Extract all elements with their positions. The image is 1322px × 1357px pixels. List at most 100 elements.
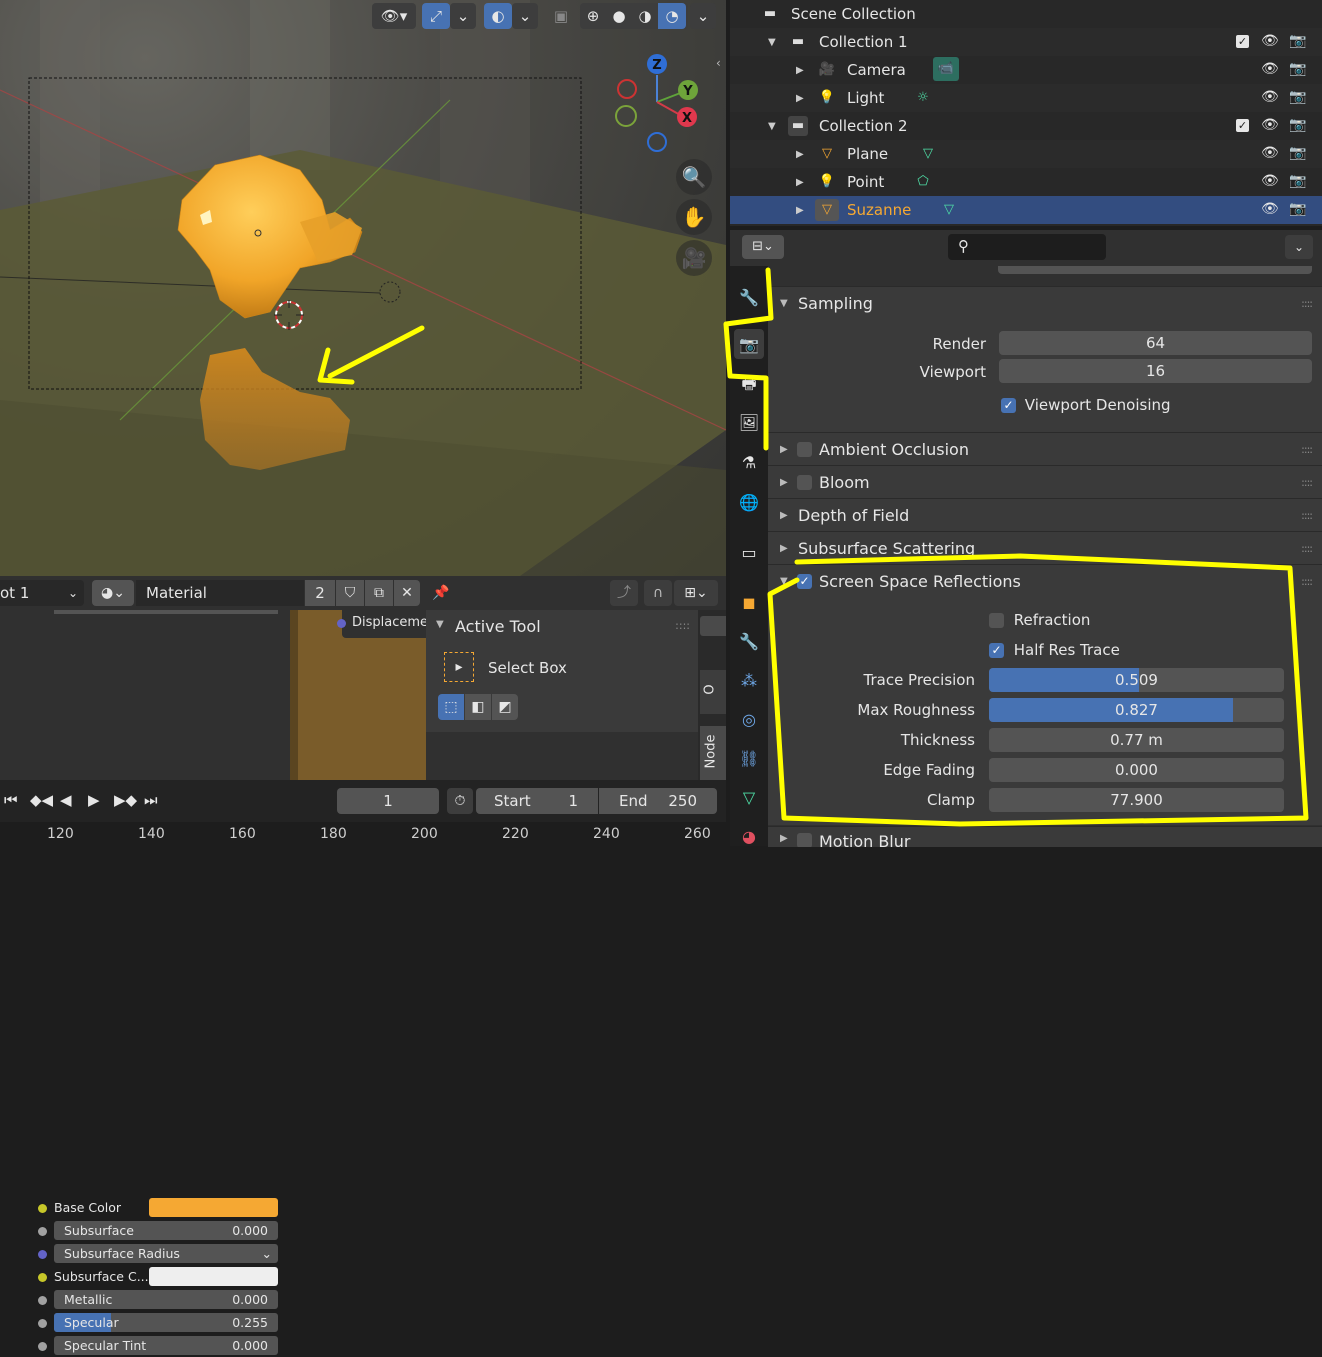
principled-bsdf-node[interactable]	[0, 610, 290, 780]
eye-icon[interactable]: 👁	[1261, 117, 1279, 133]
physics-tab[interactable]: ◎	[734, 704, 764, 734]
render-camera-icon[interactable]: 📷	[1289, 61, 1306, 77]
eye-icon[interactable]: 👁	[1261, 145, 1279, 161]
material-slot-dropdown[interactable]: ot 1 ⌄	[0, 580, 84, 606]
pin-button[interactable]: 📌	[428, 580, 454, 606]
play-icon[interactable]: ▶	[88, 791, 100, 809]
particles-tab[interactable]: ⁂	[734, 665, 764, 695]
ambient-occlusion-checkbox[interactable]	[797, 441, 812, 457]
fake-user-button[interactable]: ⛉	[336, 580, 364, 606]
shader-node-editor[interactable]: ot 1 ⌄ ◕⌄ Material 2 ⛉ ⧉ ✕ 📌 ⤴ ∩ ⊞⌄ Base…	[0, 576, 726, 1355]
jump-to-start-icon[interactable]: ⏮	[4, 791, 18, 809]
bsdf-input-row[interactable]: Specular Tint 0.000	[0, 1335, 290, 1357]
outliner-row-light[interactable]: ▶ 💡 Light ☼ 👁 📷	[730, 84, 1322, 112]
input-socket[interactable]	[38, 1273, 47, 1282]
bsdf-input-row[interactable]: Subsurface 0.000	[0, 1220, 290, 1242]
tab-node[interactable]: Node	[700, 726, 726, 780]
input-socket[interactable]	[38, 1250, 47, 1259]
ssr-value-field[interactable]: 0.77 m	[989, 728, 1284, 752]
ssr-value-field[interactable]: 77.900	[989, 788, 1284, 812]
snap-button[interactable]: ∩	[644, 580, 672, 606]
motion-blur-panel-header[interactable]: ▶ Motion Blur	[768, 826, 1322, 847]
snap-mode-dropdown[interactable]: ⊞⌄	[674, 580, 718, 606]
gizmo-toggle[interactable]: ⤢	[422, 3, 450, 29]
bsdf-input-row[interactable]: Base Color	[0, 1197, 290, 1219]
color-swatch[interactable]	[149, 1198, 278, 1217]
parent-node-tree-button[interactable]: ⤴	[610, 580, 638, 606]
select-mode-extend-button[interactable]: ◧	[465, 694, 491, 720]
material-name-field[interactable]: Material	[136, 580, 304, 606]
expand-right-icon[interactable]: ▶	[796, 65, 804, 76]
outliner-row-camera[interactable]: ▶ 🎥 Camera 📹 👁 📷	[730, 56, 1322, 84]
outliner-row-suzanne[interactable]: ▶ ▽ Suzanne ▽ 👁 📷	[730, 196, 1322, 224]
options-dropdown[interactable]: ⌄	[1285, 235, 1313, 259]
exclude-checkbox[interactable]: ✓	[1236, 119, 1249, 132]
expand-right-icon[interactable]: ▶	[796, 177, 804, 188]
bsdf-input-row[interactable]: Specular 0.255	[0, 1312, 290, 1334]
input-socket[interactable]	[38, 1296, 47, 1305]
depth-of-field-panel-header[interactable]: ▶ Depth of Field ::::	[768, 498, 1322, 531]
visibility-dropdown[interactable]: 👁▾	[372, 3, 416, 29]
render-camera-icon[interactable]: 📷	[1289, 117, 1306, 133]
light-data-icon[interactable]: ⬠	[913, 172, 933, 192]
collection-tab[interactable]: ▭	[734, 537, 764, 567]
properties-search-input[interactable]: ⚲	[948, 234, 1106, 260]
bsdf-input-row[interactable]: Subsurface C...	[0, 1266, 290, 1288]
sun-light-data-icon[interactable]: ☼	[913, 88, 933, 108]
select-box-tool-icon[interactable]: ▸	[444, 652, 474, 682]
unlink-material-button[interactable]: ✕	[394, 580, 420, 606]
select-mode-new-button[interactable]: ⬚	[438, 694, 464, 720]
play-reverse-icon[interactable]: ◀	[60, 791, 72, 809]
rendered-shading-icon[interactable]: ◔	[658, 3, 686, 29]
editor-type-dropdown[interactable]: ⊟⌄	[742, 235, 784, 259]
drag-grip-icon[interactable]: ::::	[1301, 542, 1313, 555]
modifier-tab[interactable]: 🔧	[734, 626, 764, 656]
exclude-checkbox[interactable]: ✓	[1236, 35, 1249, 48]
expand-right-icon[interactable]: ▶	[796, 205, 804, 216]
ssr-value-field[interactable]: 0.827	[989, 698, 1284, 722]
outliner-row-point[interactable]: ▶ 💡 Point ⬠ 👁 📷	[730, 168, 1322, 196]
bsdf-input-row[interactable]: Metallic 0.000	[0, 1289, 290, 1311]
eye-icon[interactable]: 👁	[1261, 89, 1279, 105]
jump-to-end-icon[interactable]: ⏭	[144, 791, 158, 809]
select-mode-subtract-button[interactable]: ◩	[492, 694, 518, 720]
view-layer-tab[interactable]: 🖼	[734, 407, 764, 437]
ambient-occlusion-panel-header[interactable]: ▶ Ambient Occlusion ::::	[768, 432, 1322, 465]
material-tab[interactable]: ◕	[734, 821, 764, 851]
input-socket[interactable]	[38, 1204, 47, 1213]
user-count-button[interactable]: 2	[305, 580, 335, 606]
drag-grip-icon[interactable]: ::::	[1301, 575, 1313, 588]
duplicate-material-button[interactable]: ⧉	[365, 580, 393, 606]
material-output-node[interactable]: Displacemen	[337, 610, 436, 638]
prev-keyframe-icon[interactable]: ◆◀	[30, 791, 53, 809]
outliner-row-collection-2[interactable]: ▼ ▬ Collection 2 ✓ 👁 📷	[730, 112, 1322, 140]
wireframe-shading-icon[interactable]: ⊕	[580, 3, 606, 29]
drag-grip-icon[interactable]: ::::	[1301, 509, 1313, 522]
color-swatch[interactable]	[149, 1267, 278, 1286]
displacement-socket[interactable]	[337, 619, 346, 628]
render-camera-icon[interactable]: 📷	[1289, 201, 1306, 217]
sidebar-toggle-icon[interactable]: ‹	[716, 56, 726, 72]
world-tab[interactable]: 🌐	[734, 487, 764, 517]
eye-icon[interactable]: 👁	[1261, 173, 1279, 189]
render-samples-field[interactable]: 64	[999, 331, 1312, 355]
mesh-data-icon[interactable]: ▽	[918, 144, 938, 164]
bsdf-input-row[interactable]: Subsurface Radius ⌄	[0, 1243, 290, 1265]
scene-tab[interactable]: ⚗	[734, 447, 764, 477]
ssr-checkbox[interactable]: ✓	[797, 573, 812, 589]
bloom-panel-header[interactable]: ▶ Bloom ::::	[768, 465, 1322, 498]
3d-viewport[interactable]: Z Y X 👁▾ ⤢ ⌄ ◐ ⌄ ▣ ⊕ ● ◑ ◔ ⌄ ‹ 🔍 ✋ 🎥	[0, 0, 726, 576]
drag-grip-icon[interactable]: ::::	[1301, 297, 1313, 310]
material-shading-icon[interactable]: ◑	[632, 3, 658, 29]
drag-grip-icon[interactable]: ::::	[1301, 443, 1313, 456]
gizmo-dropdown[interactable]: ⌄	[450, 3, 476, 29]
input-socket[interactable]	[38, 1319, 47, 1328]
output-tab[interactable]: 🖶	[734, 371, 764, 401]
render-camera-icon[interactable]: 📷	[1289, 89, 1306, 105]
tool-tab[interactable]: 🔧	[734, 282, 764, 312]
browse-material-button[interactable]: ◕⌄	[92, 580, 134, 606]
outliner-row-plane[interactable]: ▶ ▽ Plane ▽ 👁 📷	[730, 140, 1322, 168]
expand-down-icon[interactable]: ▼	[768, 37, 776, 48]
ssr-value-field[interactable]: 0.509	[989, 668, 1284, 692]
motion-blur-checkbox[interactable]	[797, 833, 812, 847]
